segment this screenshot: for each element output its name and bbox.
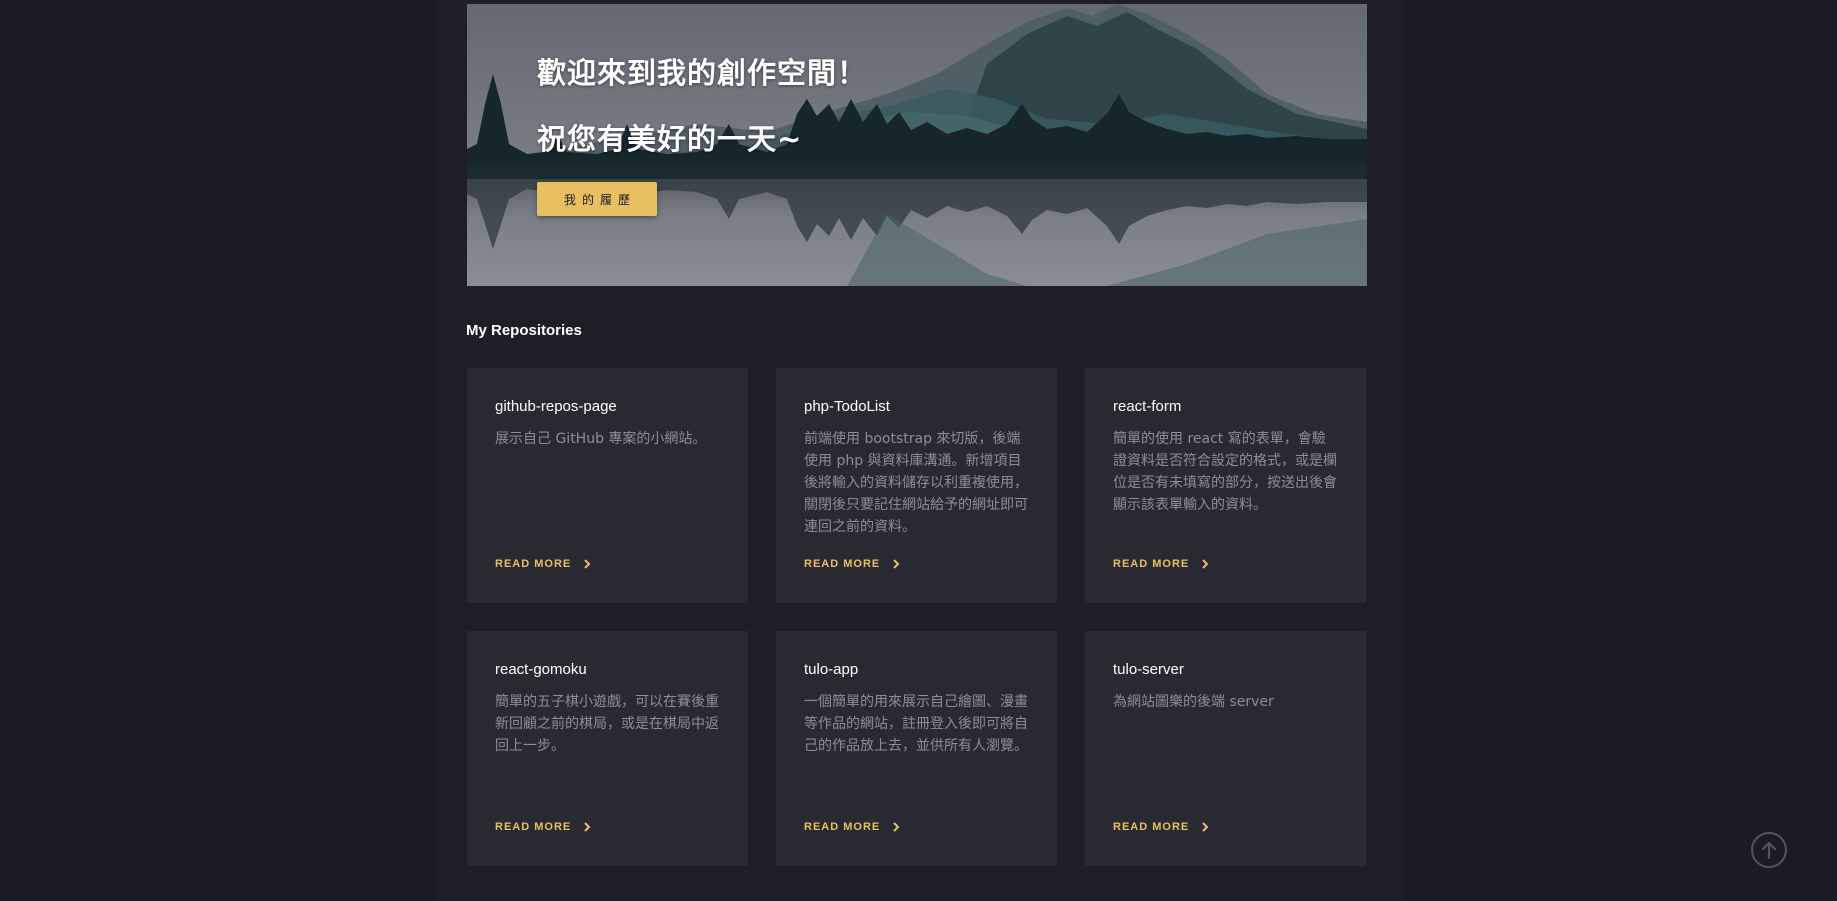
repo-card-title: react-form bbox=[1113, 398, 1182, 415]
back-to-top-button[interactable] bbox=[1751, 832, 1787, 868]
read-more-link[interactable]: READ MORE bbox=[1113, 821, 1211, 833]
chevron-right-icon bbox=[1202, 822, 1209, 832]
chevron-right-icon bbox=[893, 559, 900, 569]
repo-card-description: 一個簡單的用來展示自己繪圖、漫畫等作品的網站，註冊登入後即可將自己的作品放上去，… bbox=[804, 694, 1028, 754]
repo-card: react-form 簡單的使用 react 寫的表單，會驗證資料是否符合設定的… bbox=[1085, 368, 1366, 603]
read-more-link[interactable]: READ MORE bbox=[804, 821, 902, 833]
repo-card-title: github-repos-page bbox=[495, 398, 617, 415]
repo-card: tulo-app 一個簡單的用來展示自己繪圖、漫畫等作品的網站，註冊登入後即可將… bbox=[776, 631, 1057, 866]
repo-card-title: react-gomoku bbox=[495, 661, 587, 678]
repo-card-description: 為網站圖樂的後端 server bbox=[1113, 694, 1274, 710]
hero-welcome-line: 歡迎來到我的創作空間！ bbox=[537, 56, 868, 90]
repo-card-description: 簡單的使用 react 寫的表單，會驗證資料是否符合設定的格式，或是欄位是否有未… bbox=[1113, 431, 1337, 513]
repo-card-description: 簡單的五子棋小遊戲，可以在賽後重新回顧之前的棋局，或是在棋局中返回上一步。 bbox=[495, 694, 719, 754]
chevron-right-icon bbox=[584, 559, 591, 569]
repo-card: tulo-server 為網站圖樂的後端 server READ MORE bbox=[1085, 631, 1366, 866]
hero-banner: 歡迎來到我的創作空間！ 祝您有美好的一天~ 我的履歷 bbox=[467, 4, 1367, 286]
chevron-right-icon bbox=[1202, 559, 1209, 569]
read-more-link[interactable]: READ MORE bbox=[1113, 558, 1211, 570]
read-more-label: READ MORE bbox=[1113, 821, 1190, 833]
repo-card: php-TodoList 前端使用 bootstrap 來切版，後端使用 php… bbox=[776, 368, 1057, 603]
repo-card-title: tulo-server bbox=[1113, 661, 1184, 678]
repo-card-title: tulo-app bbox=[804, 661, 859, 678]
arrow-up-icon bbox=[1761, 841, 1777, 860]
resume-button[interactable]: 我的履歷 bbox=[537, 182, 657, 216]
repo-card-title: php-TodoList bbox=[804, 398, 890, 415]
read-more-label: READ MORE bbox=[495, 821, 572, 833]
read-more-label: READ MORE bbox=[1113, 558, 1190, 570]
chevron-right-icon bbox=[584, 822, 591, 832]
read-more-label: READ MORE bbox=[495, 558, 572, 570]
repo-card: github-repos-page 展示自己 GitHub 專案的小網站。 RE… bbox=[467, 368, 748, 603]
hero-greeting-line: 祝您有美好的一天~ bbox=[537, 122, 803, 156]
read-more-link[interactable]: READ MORE bbox=[495, 821, 593, 833]
repo-card-description: 展示自己 GitHub 專案的小網站。 bbox=[495, 431, 707, 447]
chevron-right-icon bbox=[893, 822, 900, 832]
read-more-link[interactable]: READ MORE bbox=[495, 558, 593, 570]
repo-card: react-gomoku 簡單的五子棋小遊戲，可以在賽後重新回顧之前的棋局，或是… bbox=[467, 631, 748, 866]
read-more-label: READ MORE bbox=[804, 821, 881, 833]
read-more-link[interactable]: READ MORE bbox=[804, 558, 902, 570]
section-title: My Repositories bbox=[466, 322, 582, 339]
repo-card-description: 前端使用 bootstrap 來切版，後端使用 php 與資料庫溝通。新增項目後… bbox=[804, 431, 1028, 535]
read-more-label: READ MORE bbox=[804, 558, 881, 570]
